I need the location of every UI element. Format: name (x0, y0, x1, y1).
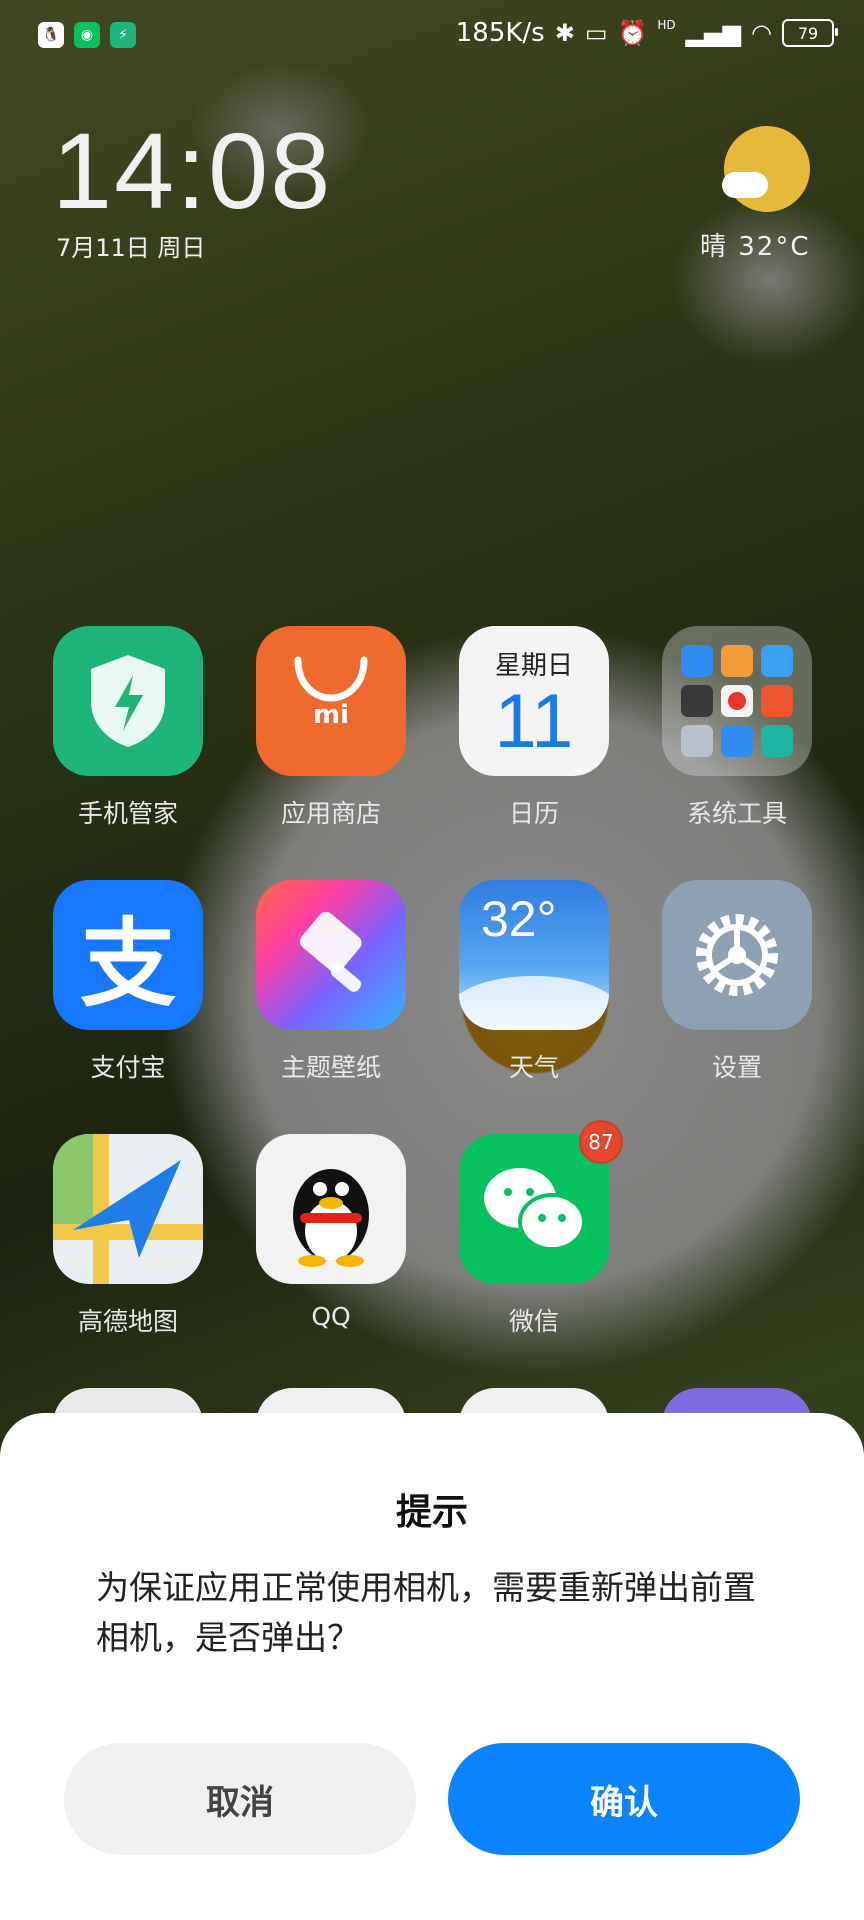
brush-icon (256, 880, 406, 1030)
status-indicators: 185K/s ✱ ▭ ⏰ HD ▂▄▆ ◠ 79 (455, 18, 838, 48)
app-label: 主题壁纸 (280, 1053, 381, 1082)
alarm-icon: ⏰ (617, 19, 648, 47)
app-label: 微信 (508, 1307, 559, 1336)
app-label: 天气 (508, 1053, 559, 1082)
app-amap[interactable]: 高德地图 (53, 1134, 203, 1338)
app-label: 手机管家 (77, 799, 178, 828)
app-wechat[interactable]: 87 微信 (459, 1120, 623, 1338)
calendar-weekday: 星期日 (494, 650, 573, 681)
calendar-icon: 星期日 11 (459, 626, 609, 776)
bluetooth-icon: ✱ (554, 19, 575, 47)
map-icon (53, 1134, 203, 1284)
app-label: 系统工具 (686, 799, 787, 828)
app-settings[interactable]: 设置 (662, 880, 812, 1084)
alipay-icon: 支 (53, 880, 203, 1030)
shield-icon (53, 626, 203, 776)
unread-badge: 87 (579, 1120, 623, 1164)
app-label: 设置 (711, 1053, 762, 1082)
network-speed: 185K/s (455, 18, 545, 48)
prompt-dialog: 提示 为保证应用正常使用相机，需要重新弹出前置相机，是否弹出？ 取消 确认 (0, 1413, 864, 1920)
app-label: 支付宝 (90, 1053, 166, 1082)
app-calendar[interactable]: 星期日 11 日历 (459, 626, 609, 830)
weather-icon: 32° (459, 880, 609, 1030)
dialog-message: 为保证应用正常使用相机，需要重新弹出前置相机，是否弹出？ (96, 1568, 756, 1657)
alipay-glyph: 支 (80, 907, 176, 1020)
clock-date: 7月11日 周日 (56, 234, 206, 262)
qq-icon: 🐧 (38, 22, 64, 48)
notification-icons: 🐧 ◉ ⚡ (38, 22, 136, 48)
signal-icon: ▂▄▆ (685, 19, 742, 47)
vibrate-icon: ▭ (584, 19, 608, 47)
wechat-icon: ◉ (74, 22, 100, 48)
gear-icon (662, 880, 812, 1030)
weather-app-temp: 32° (481, 891, 557, 947)
cloud-icon (722, 172, 768, 198)
battery-level: 79 (797, 23, 819, 43)
app-qq[interactable]: QQ (256, 1134, 406, 1331)
app-label: 高德地图 (77, 1307, 178, 1336)
confirm-button[interactable]: 确认 (448, 1743, 800, 1855)
app-store[interactable]: mi 应用商店 (256, 626, 406, 830)
penguin-icon (256, 1134, 406, 1284)
dialog-title: 提示 (395, 1492, 468, 1533)
wifi-icon: ◠ (751, 19, 772, 47)
battery-icon: 79 (782, 19, 838, 47)
app-themes[interactable]: 主题壁纸 (256, 880, 406, 1084)
folder-icon (662, 626, 812, 776)
calendar-day: 11 (494, 678, 574, 764)
hd-label: HD (657, 18, 676, 32)
weather-summary[interactable]: 晴 32°C (700, 226, 811, 263)
app-weather[interactable]: 32° 天气 (459, 880, 609, 1084)
clock-time[interactable]: 14:08 (52, 108, 332, 233)
app-security[interactable]: 手机管家 (53, 626, 203, 830)
app-alipay[interactable]: 支 支付宝 (53, 880, 203, 1084)
security-icon: ⚡ (110, 22, 136, 48)
app-label: 应用商店 (280, 799, 381, 828)
app-label: QQ (311, 1302, 351, 1331)
app-folder-tools[interactable]: 系统工具 (662, 626, 812, 830)
cancel-button[interactable]: 取消 (64, 1743, 416, 1855)
status-bar: 🐧 ◉ ⚡ 185K/s ✱ ▭ ⏰ HD ▂▄▆ ◠ 79 (0, 0, 864, 72)
app-label: 日历 (508, 799, 559, 828)
mi-logo: mi (312, 700, 349, 730)
sun-icon (724, 126, 810, 212)
bag-icon: mi (256, 626, 406, 776)
